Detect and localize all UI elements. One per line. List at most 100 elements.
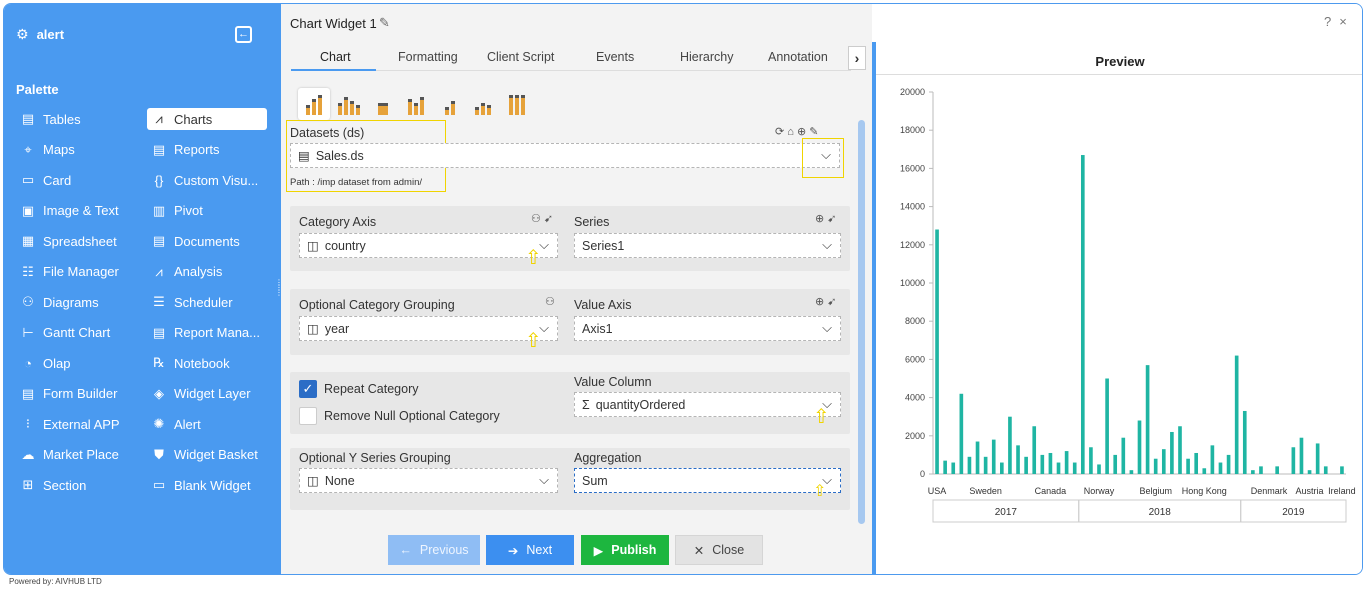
bar-2018-2 [1097,464,1101,474]
map-icon: ⌖ [24,141,32,157]
palette-item-alert[interactable]: ✺ Alert [147,413,201,435]
hierarchy-icon[interactable]: ⚇ [545,295,555,308]
palette-item-file-manager[interactable]: ☷ File Manager [16,261,119,283]
palette-item-report-mana[interactable]: ▤ Report Mana... [147,322,260,344]
opt-category-select[interactable]: ◫ year ⌵ [299,316,558,341]
image-icon: ▣ [21,202,35,218]
bar-2018-6 [1129,470,1134,474]
bar-2018-5 [1121,437,1126,474]
bar-2019-0 [1242,410,1247,474]
y-tick-label: 6000 [905,354,925,364]
palette-item-blank-widget[interactable]: ▭ Blank Widget [147,474,251,496]
add-send-icons[interactable]: ⊕ ➹ [815,295,837,308]
close-window-icon[interactable]: × [1339,14,1355,29]
palette-item-widget-layer[interactable]: ◈ Widget Layer [147,383,251,405]
remove-null-checkbox[interactable] [299,407,317,425]
value-axis-select[interactable]: Axis1 ⌵ [574,316,841,341]
palette-item-tables[interactable]: ▤ Tables [16,108,81,130]
palette-item-analysis[interactable]: ⩘ Analysis [147,261,222,283]
palette-item-widget-basket[interactable]: ⛊ Widget Basket [147,444,258,466]
series-select[interactable]: Series1 ⌵ [574,233,841,258]
bar-2018-15 [1202,468,1207,474]
palette-item-scheduler[interactable]: ☰ Scheduler [147,291,232,313]
palette-item-maps[interactable]: ⌖ Maps [16,139,75,161]
edit-title-icon[interactable]: ✎ [379,15,390,31]
opt-category-label: Optional Category Grouping [299,298,455,312]
palette-item-section[interactable]: ⊞ Section [16,474,87,496]
bar-2018-17 [1218,462,1223,474]
opt-category-value: year [324,321,350,336]
value-column-select[interactable]: Σ quantityOrdered ⌵ [574,392,841,417]
analysis-icon: ⩘ [155,263,163,279]
hierarchy-send-icons[interactable]: ⚇ ➹ [531,212,553,225]
palette-item-market-place[interactable]: ☁ Market Place [16,444,119,466]
palette-item-label: Gantt Chart [43,325,111,340]
palette-item-notebook[interactable]: ℞ Notebook [147,352,229,374]
column-icon: ◫ [307,474,319,488]
tab-events[interactable]: Events [596,50,634,64]
value-axis-value: Axis1 [582,321,613,336]
palette-item-documents[interactable]: ▤ Documents [147,230,240,252]
tab-hierarchy[interactable]: Hierarchy [680,50,734,64]
bar-2017-3 [959,393,964,474]
diagram-icon: ⚇ [22,294,34,309]
dataset-action-icons[interactable]: ⟳ ⌂ ⊕ ✎ [775,125,818,138]
palette-item-card[interactable]: ▭ Card [16,169,71,191]
palette-item-reports[interactable]: ▤ Reports [147,139,220,161]
chart-type-small-column-icon[interactable] [434,88,466,120]
bar-2017-1 [943,460,947,474]
group-label: 2018 [1149,507,1172,518]
basket-icon: ⛊ [154,446,164,462]
file-manager-icon: ☷ [22,263,34,279]
group-label: 2017 [995,507,1018,518]
collapse-sidebar-icon[interactable]: ← [235,26,252,43]
help-icon[interactable]: ? [1324,14,1339,29]
x-tick-label: Denmark [1251,486,1288,496]
chart-type-stacked-column-icon[interactable] [367,88,399,120]
repeat-category-checkbox[interactable]: ✓ [299,380,317,398]
close-button[interactable]: ✕ Close [675,535,763,565]
chart-type-multi-column-icon[interactable] [400,88,432,120]
tab-annotation[interactable]: Annotation [768,50,828,64]
add-send-icons[interactable]: ⊕ ➹ [815,212,837,225]
tab-scroll-right-icon[interactable]: › [848,46,866,70]
chart-type-percent-column-icon[interactable] [501,88,533,120]
arrow-right-icon: ➔ [507,543,519,558]
next-button[interactable]: ➔ Next [486,535,574,565]
palette-item-custom-visu[interactable]: {} Custom Visu... [147,169,259,191]
palette-item-label: Olap [43,355,71,371]
tab-chart[interactable]: Chart [320,50,351,64]
palette-item-spreadsheet[interactable]: ▦ Spreadsheet [16,230,117,252]
previous-button[interactable]: ← Previous [388,535,480,565]
chart-type-mini-grouped-icon[interactable] [467,88,499,120]
opt-y-series-select[interactable]: ◫ None ⌵ [299,468,558,493]
bar-2019-1 [1251,470,1255,474]
tab-client-script[interactable]: Client Script [487,50,554,64]
palette-item-olap[interactable]: ◔ Olap [16,352,70,374]
olap-icon: ◔ [24,355,32,371]
editor-scrollbar[interactable] [858,120,865,524]
bar-2017-17 [1072,462,1077,474]
category-axis-select[interactable]: ◫ country ⌵ [299,233,558,258]
palette-item-label: Diagrams [43,294,99,310]
palette-item-gantt-chart[interactable]: ⊢ Gantt Chart [16,322,110,344]
palette-item-form-builder[interactable]: ▤ Form Builder [16,383,118,405]
palette-item-label: Card [43,172,72,188]
palette-item-image-text[interactable]: ▣ Image & Text [16,200,119,222]
palette-item-external-app[interactable]: ⁝ External APP [16,413,120,435]
palette-item-label: Report Mana... [174,325,260,340]
publish-button[interactable]: ▶ Publish [581,535,669,565]
chart-type-column-icon[interactable] [298,88,330,120]
dataset-select[interactable]: ▤ Sales.ds ⌵ [290,143,840,168]
palette-item-label: Maps [43,142,75,157]
palette-item-pivot[interactable]: ▥ Pivot [147,200,203,222]
chart-type-grouped-column-icon[interactable] [333,88,365,120]
bar-2019-9 [1315,443,1320,474]
bar-2018-13 [1186,458,1190,474]
highlight-arrow-icon: ⇧ [525,247,542,269]
aggregation-select[interactable]: Sum ⌵ [574,468,841,493]
palette-item-charts[interactable]: ⩘ Charts [147,108,267,130]
palette-item-diagrams[interactable]: ⚇ Diagrams [16,291,99,313]
tab-formatting[interactable]: Formatting [398,50,458,64]
group-label: 2019 [1282,507,1305,518]
